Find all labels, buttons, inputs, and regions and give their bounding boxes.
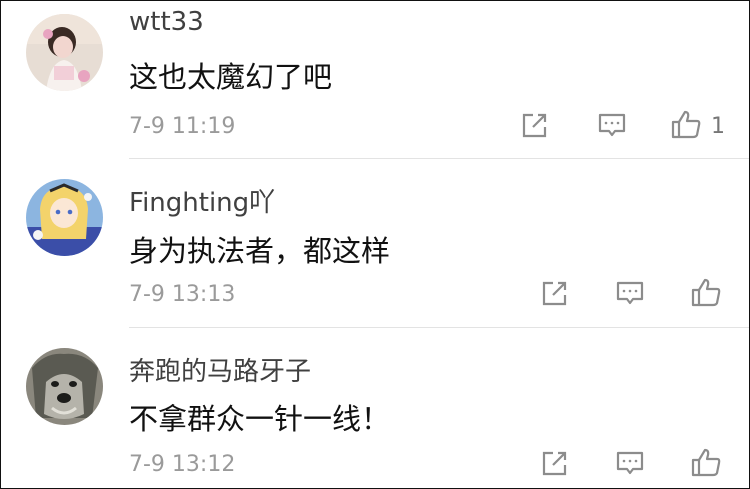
reply-button[interactable]: [613, 446, 647, 480]
like-button[interactable]: [669, 107, 703, 141]
like-count: 1: [711, 114, 725, 139]
reply-icon: [598, 113, 626, 137]
share-icon: [542, 281, 567, 306]
reply-button[interactable]: [595, 108, 629, 142]
thumbs-up-icon: [691, 278, 721, 307]
like-button[interactable]: [689, 445, 723, 479]
comment-timestamp: 7-9 11:19: [129, 114, 236, 139]
share-icon: [522, 113, 547, 138]
reply-icon: [616, 451, 644, 475]
thumbs-up-icon: [691, 448, 721, 477]
comment-item: wtt33 这也太魔幻了吧 7-9 11:19 1: [1, 1, 749, 159]
username[interactable]: 奔跑的马路牙子: [129, 351, 311, 388]
comment-item: 奔跑的马路牙子 不拿群众一针一线！ 7-9 13:12: [1, 328, 749, 488]
comment-list: wtt33 这也太魔幻了吧 7-9 11:19 1 Finghting吖 身为执…: [0, 0, 750, 489]
reply-icon: [616, 281, 644, 305]
share-button[interactable]: [518, 108, 552, 142]
share-icon: [542, 451, 567, 476]
avatar[interactable]: [26, 348, 103, 425]
avatar[interactable]: [26, 179, 103, 256]
comment-item: Finghting吖 身为执法者，都这样 7-9 13:13: [1, 159, 749, 327]
avatar[interactable]: [26, 14, 103, 91]
username[interactable]: Finghting吖: [129, 182, 275, 219]
comment-text: 身为执法者，都这样: [129, 234, 391, 268]
username[interactable]: wtt33: [129, 7, 204, 37]
share-button[interactable]: [538, 276, 572, 310]
thumbs-up-icon: [671, 110, 701, 139]
share-button[interactable]: [538, 446, 572, 480]
reply-button[interactable]: [613, 276, 647, 310]
comment-timestamp: 7-9 13:12: [129, 452, 236, 477]
like-button[interactable]: [689, 275, 723, 309]
comment-timestamp: 7-9 13:13: [129, 282, 236, 307]
comment-text: 不拿群众一针一线！: [129, 402, 391, 436]
comment-text: 这也太魔幻了吧: [129, 60, 333, 94]
